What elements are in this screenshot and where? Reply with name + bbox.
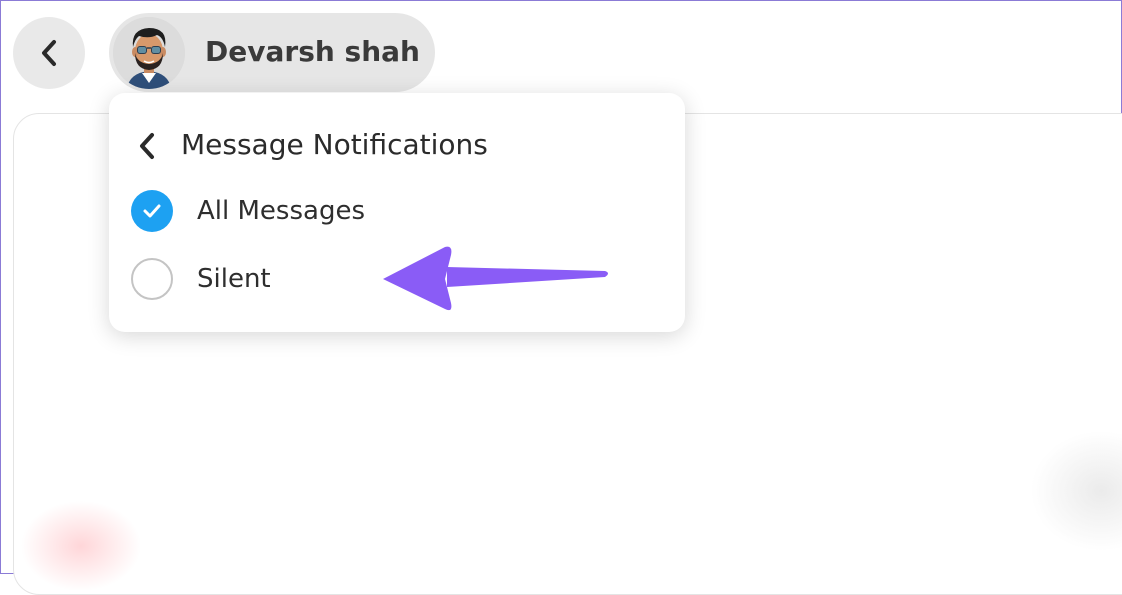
checkmark-icon	[143, 204, 161, 218]
app-window: Devarsh shah Message Notifications All M…	[0, 0, 1122, 595]
menu-title: Message Notifications	[181, 128, 488, 161]
profile-name: Devarsh shah	[205, 35, 420, 68]
avatar	[113, 17, 185, 89]
option-label: All Messages	[197, 196, 365, 226]
annotation-arrow-icon	[383, 246, 608, 311]
profile-button[interactable]: Devarsh shah	[109, 13, 435, 92]
bitmoji-avatar-icon	[113, 17, 185, 89]
chevron-left-icon	[42, 40, 56, 66]
option-all-messages[interactable]: All Messages	[131, 185, 551, 237]
radio-checked[interactable]	[131, 190, 173, 232]
chevron-left-icon	[140, 133, 154, 159]
back-button[interactable]	[13, 17, 85, 89]
menu-back-button[interactable]	[133, 129, 161, 163]
radio-unchecked[interactable]	[131, 258, 173, 300]
background-blur	[21, 501, 141, 591]
option-label: Silent	[197, 264, 271, 294]
